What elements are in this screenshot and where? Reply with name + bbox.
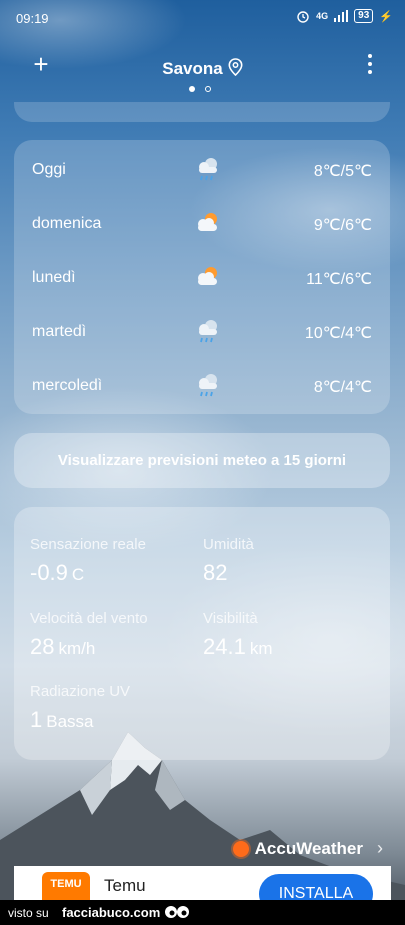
forecast-day: Oggi [32,161,66,178]
forecast-row: domenica 9℃/6℃ [14,209,390,239]
forecast-day: domenica [32,215,102,232]
daily-forecast-card[interactable]: Oggi 8℃/5℃ domenica 9℃/6℃ lunedì 11℃/6℃ … [14,140,390,414]
uv-label: Radiazione UV [30,683,131,700]
more-dot [368,62,372,66]
ad-app-name: Temu [104,876,146,895]
status-time: 09:19 [16,11,49,26]
more-vertical-icon [368,54,372,58]
city-title[interactable]: Savona [0,58,405,79]
humidity-value: 82 [203,560,228,585]
battery-indicator: 93 [354,9,374,23]
install-button[interactable]: INSTALLA [259,874,373,900]
wind-value: 28 km/h [30,634,95,660]
uv-number: 1 [30,707,43,732]
visibility-number: 24.1 [203,634,246,659]
wind-number: 28 [30,634,55,659]
visibility-unit: km [249,639,273,658]
city-name: Savona [162,59,223,78]
forecast-15-days-button[interactable]: Visualizzare previsioni meteo a 15 giorn… [14,433,390,488]
uv-value: 1 Bassa [30,707,94,733]
status-bar: 09:19 4G 93 ⚡ [0,0,405,36]
wind-label: Velocità del vento [30,610,148,627]
forecast-temp: 8℃/4℃ [313,379,372,396]
forecast-temp: 8℃/5℃ [313,163,372,180]
accuweather-logo-icon [232,840,249,857]
more-menu-button[interactable] [365,54,375,78]
forecast-temp: 11℃/6℃ [306,271,372,288]
charging-icon: ⚡ [379,10,393,23]
humidity-label: Umidità [203,536,254,553]
forecast-row: martedì 10℃/4℃ [14,317,390,347]
forecast-temp: 10℃/4℃ [304,325,372,342]
header: + Savona [0,50,405,90]
accuweather-link[interactable]: AccuWeather › [232,838,383,859]
rain-cloud-icon [199,320,217,343]
visibility-label: Visibilità [203,610,258,627]
chevron-right-icon: › [377,838,383,858]
rain-cloud-icon [199,374,217,397]
status-icons: 4G 93 ⚡ [296,9,393,23]
watermark-bar: visto su facciabuco.com [0,900,405,925]
ad-banner[interactable]: TEMU Temu INSTALLA [14,866,391,900]
wind-unit: km/h [58,639,96,658]
forecast-row: mercoledì 8℃/4℃ [14,371,390,401]
uv-level: Bassa [46,712,94,731]
rain-cloud-icon [199,158,217,181]
location-pin-icon [228,58,243,77]
provider-name: AccuWeather [254,838,363,858]
network-type: 4G [316,11,329,21]
page-indicator [189,86,211,92]
feels-like-unit: C [71,565,85,584]
page-dot-inactive [205,86,211,92]
watermark-prefix: visto su [8,906,49,920]
forecast-day: lunedì [32,269,76,286]
feels-like-number: -0.9 [30,560,68,585]
visibility-value: 24.1 km [203,634,273,660]
forecast-row: Oggi 8℃/5℃ [14,155,390,185]
page-dot-active [189,86,195,92]
forecast-temp: 9℃/6℃ [313,217,372,234]
watermark-site: facciabuco.com [62,905,161,920]
feels-like-label: Sensazione reale [30,536,146,553]
forecast-row: lunedì 11℃/6℃ [14,263,390,293]
partly-cloudy-icon [198,267,217,285]
eyes-icon [165,906,189,918]
forecast-day: mercoledì [32,377,103,394]
signal-icon [334,10,349,22]
forecast-day: martedì [32,323,87,340]
more-dot [368,70,372,74]
partly-cloudy-icon [198,213,217,231]
feels-like-value: -0.9 C [30,560,84,586]
current-weather-card [14,102,390,122]
temu-logo: TEMU [42,872,90,900]
alarm-icon [297,11,309,23]
details-card: Sensazione reale -0.9 C Umidità 82 Veloci… [14,507,390,760]
